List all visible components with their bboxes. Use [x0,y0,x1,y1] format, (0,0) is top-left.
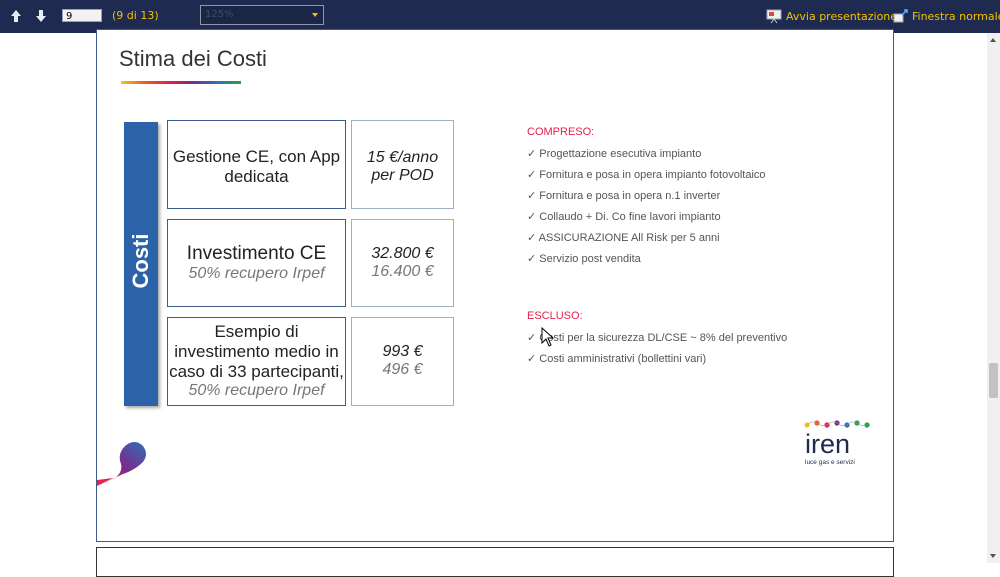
cost-description-line: dedicata [224,167,289,186]
cost-description-box: Investimento CE 50% recupero Irpef [167,219,346,307]
page-count-label: (9 di 13) [112,9,159,22]
iren-logo-text: iren [805,429,850,459]
next-slide-page [96,547,894,577]
presentation-icon[interactable] [766,8,782,24]
cost-price-box: 15 €/anno per POD [351,120,454,209]
cost-description-line: Gestione CE, con App [172,147,341,166]
included-item: ✓ Progettazione esecutiva impianto [527,148,702,160]
slide-page: Stima dei Costi Costi Gestione CE, con A… [96,29,894,542]
included-item: ✓ Fornitura e posa in opera impianto fot… [527,169,766,181]
costi-side-bar: Costi [124,122,158,406]
zoom-select[interactable]: 125% [200,5,324,25]
scroll-up-arrow-icon[interactable] [990,38,996,42]
iren-logo-tagline: luce gas e servizi [805,459,855,466]
cost-price-value: 32.800 € [371,245,434,262]
cost-price-subvalue: 496 € [382,361,423,378]
start-presentation-link[interactable]: Avvia presentazione [786,10,897,23]
page-number-input[interactable]: 9 [62,9,102,22]
cost-price-value: 993 € [382,343,423,360]
excluded-item: ✓ Costi per la sicurezza DL/CSE ~ 8% del… [527,332,788,344]
cost-description-line: Esempio di [214,322,299,341]
zoom-value: 125% [205,9,234,20]
cost-price-line: 15 €/anno [366,149,439,166]
cost-description-subline: 50% recupero Irpef [188,265,325,282]
decorative-blob-graphic [97,442,146,486]
cost-description-line: caso di 33 partecipanti, [169,362,344,381]
normal-window-link[interactable]: Finestra normale [912,10,1000,23]
title-underline [121,81,241,84]
cost-price-box: 993 € 496 € [351,317,454,406]
included-item: ✓ ASSICURAZIONE All Risk per 5 anni [527,232,720,244]
scroll-down-arrow-icon[interactable] [990,554,996,558]
cost-description-line: investimento medio in [174,342,339,361]
slide-title: Stima dei Costi [119,46,267,71]
scrollbar-thumb[interactable] [989,363,998,398]
cost-price-line: per POD [371,167,434,184]
costi-label: Costi [128,233,153,289]
scroll-up-icon[interactable] [8,8,24,24]
cost-price-box: 32.800 € 16.400 € [351,219,454,307]
cost-description-line: Investimento CE [186,243,327,264]
included-item: ✓ Collaudo + Di. Co fine lavori impianto [527,211,721,223]
included-item: ✓ Servizio post vendita [527,253,641,265]
cost-price-subvalue: 16.400 € [371,263,434,280]
scroll-down-icon[interactable] [33,8,49,24]
included-heading: COMPRESO: [527,126,595,138]
excluded-heading: ESCLUSO: [527,310,583,322]
iren-logo: iren luce gas e servizi [804,420,870,466]
cost-description-subline: 50% recupero Irpef [188,382,325,399]
included-item: ✓ Fornitura e posa in opera n.1 inverter [527,190,721,202]
chevron-down-icon [312,13,318,17]
mouse-cursor-icon [541,327,555,347]
cost-description-box: Esempio di investimento medio in caso di… [167,317,346,406]
window-icon[interactable] [893,8,909,24]
cost-description-box: Gestione CE, con App dedicata [167,120,346,209]
excluded-item: ✓ Costi amministrativi (bollettini vari) [527,353,707,365]
vertical-scrollbar[interactable] [987,33,1000,563]
